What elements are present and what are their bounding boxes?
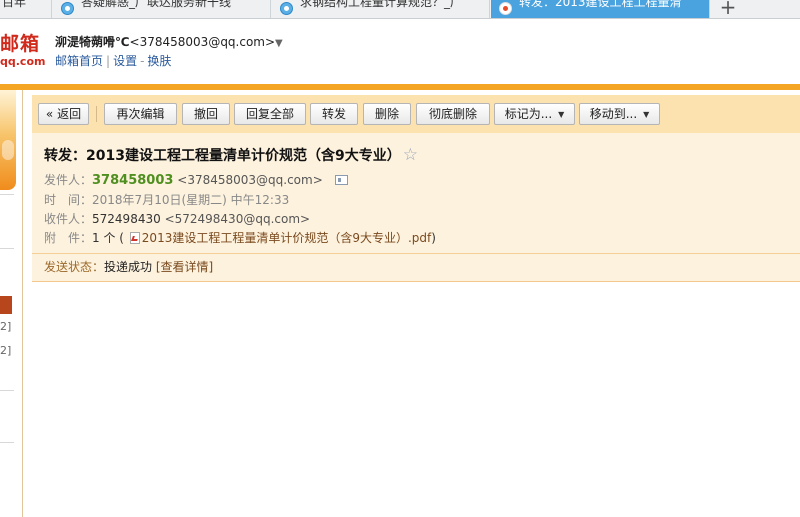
settings-link[interactable]: 设置 bbox=[113, 54, 137, 68]
browser-tab-label: 转发：2013建设工程工程量清 bbox=[519, 0, 682, 9]
divider bbox=[0, 248, 14, 249]
mail-subject: 转发：2013建设工程工程量清单计价规范（含9大专业） ☆ bbox=[44, 145, 418, 165]
star-icon[interactable]: ☆ bbox=[403, 145, 418, 165]
recipient-email: <572498430@qq.com> bbox=[164, 212, 311, 226]
attachment-close: ) bbox=[431, 231, 436, 245]
time-value: 2018年7月10日(星期二) 中午12:33 bbox=[92, 193, 290, 207]
sender-row: 发件人：378458003 <378458003@qq.com> bbox=[44, 171, 348, 188]
forward-button[interactable]: 转发 bbox=[310, 103, 358, 125]
account-info: 泖湜犄蒴嗗℃<378458003@qq.com>▼ bbox=[55, 33, 283, 50]
recall-button[interactable]: 撤回 bbox=[182, 103, 230, 125]
sender-label: 发件人： bbox=[44, 173, 93, 187]
delete-button[interactable]: 删除 bbox=[363, 103, 411, 125]
divider bbox=[0, 390, 14, 391]
browser-tab-favicon-icon bbox=[61, 2, 74, 15]
browser-tab-label: 答疑解惑_广联达服务新干线 bbox=[81, 0, 232, 9]
folder-count[interactable]: 2] bbox=[0, 320, 11, 333]
chevron-down-icon: ▼ bbox=[643, 110, 650, 119]
divider: | bbox=[106, 54, 111, 68]
browser-tab-active[interactable]: 转发：2013建设工程工程量清 bbox=[491, 0, 710, 18]
divider: - bbox=[140, 54, 145, 68]
recipient-name[interactable]: 572498430 bbox=[92, 212, 161, 226]
header-links: 邮箱首页 | 设置 - 换肤 bbox=[55, 52, 171, 69]
browser-tab-label: 百年 bbox=[2, 0, 27, 9]
chevron-down-icon: ▼ bbox=[558, 110, 565, 119]
divider bbox=[0, 194, 14, 195]
header-divider bbox=[0, 84, 800, 90]
new-tab-button[interactable]: + bbox=[716, 0, 740, 18]
back-button[interactable]: « 返回 bbox=[38, 103, 89, 125]
move-to-label: 移动到... bbox=[589, 107, 638, 121]
mail-toolbar: « 返回 再次编辑 撤回 回复全部 转发 删除 彻底删除 标记为... ▼ 移动到… bbox=[32, 95, 800, 133]
delete-permanently-button[interactable]: 彻底删除 bbox=[416, 103, 490, 125]
browser-tab-3[interactable]: 求钢结构工程量计算规范？_广 bbox=[272, 0, 490, 18]
mail-read-panel: « 返回 再次编辑 撤回 回复全部 转发 删除 彻底删除 标记为... ▼ 移动到… bbox=[32, 95, 800, 282]
sender-name[interactable]: 378458003 bbox=[92, 173, 173, 188]
logo-domain: qq.com bbox=[0, 55, 46, 68]
browser-tab-favicon-icon bbox=[280, 2, 293, 15]
time-label: 时 间： bbox=[44, 193, 93, 207]
attachment-row: 附 件：1 个 ( 2013建设工程工程量清单计价规范（含9大专业）.pdf) bbox=[44, 229, 436, 246]
left-sidebar: 2] 2] bbox=[0, 90, 23, 517]
qq-mail-logo[interactable]: 邮箱 qq.com bbox=[0, 33, 46, 68]
user-nickname: 泖湜犄蒴嗗℃ bbox=[55, 35, 130, 49]
recipient-row: 收件人：572498430 <572498430@qq.com> bbox=[44, 210, 310, 227]
status-value: 投递成功 bbox=[104, 260, 153, 274]
browser-tab-2[interactable]: 答疑解惑_广联达服务新干线 bbox=[53, 0, 271, 18]
browser-tab-label: 求钢结构工程量计算规范？_广 bbox=[300, 0, 463, 9]
user-email: <378458003@qq.com> bbox=[129, 35, 276, 49]
sender-email: <378458003@qq.com> bbox=[177, 173, 323, 187]
reply-all-button[interactable]: 回复全部 bbox=[234, 103, 306, 125]
delivery-status-bar: 发送状态：投递成功 [查看详情] bbox=[32, 253, 800, 281]
browser-tab-1[interactable]: 百年 bbox=[0, 0, 52, 18]
status-label: 发送状态： bbox=[44, 260, 105, 274]
pdf-file-icon bbox=[129, 232, 140, 244]
folder-count[interactable]: 2] bbox=[0, 344, 11, 357]
logo-text: 邮箱 bbox=[0, 33, 41, 55]
account-dropdown-icon[interactable]: ▼ bbox=[275, 38, 283, 49]
recipient-label: 收件人： bbox=[44, 212, 93, 226]
divider bbox=[0, 442, 14, 443]
move-to-dropdown[interactable]: 移动到... ▼ bbox=[579, 103, 660, 125]
mark-as-dropdown[interactable]: 标记为... ▼ bbox=[494, 103, 575, 125]
toolbar-divider bbox=[96, 106, 97, 122]
sidebar-banner[interactable] bbox=[0, 90, 16, 190]
attachment-count: 1 个 ( bbox=[92, 231, 124, 245]
attachment-label: 附 件： bbox=[44, 231, 93, 245]
qq-mail-favicon-icon bbox=[499, 2, 512, 15]
subject-text: 转发：2013建设工程工程量清单计价规范（含9大专业） bbox=[44, 148, 401, 164]
mark-as-label: 标记为... bbox=[504, 107, 553, 121]
browser-tab-bar: 百年 答疑解惑_广联达服务新干线 求钢结构工程量计算规范？_广 转发：2013建… bbox=[0, 0, 800, 19]
view-details-link[interactable]: [查看详情] bbox=[156, 260, 213, 274]
change-skin-link[interactable]: 换肤 bbox=[147, 54, 171, 68]
edit-again-button[interactable]: 再次编辑 bbox=[104, 103, 177, 125]
contact-card-icon[interactable] bbox=[334, 175, 348, 185]
attachment-link[interactable]: 2013建设工程工程量清单计价规范（含9大专业）.pdf bbox=[142, 231, 431, 245]
sidebar-item-active[interactable] bbox=[0, 296, 12, 314]
time-row: 时 间：2018年7月10日(星期二) 中午12:33 bbox=[44, 191, 289, 208]
mailbox-home-link[interactable]: 邮箱首页 bbox=[55, 54, 103, 68]
